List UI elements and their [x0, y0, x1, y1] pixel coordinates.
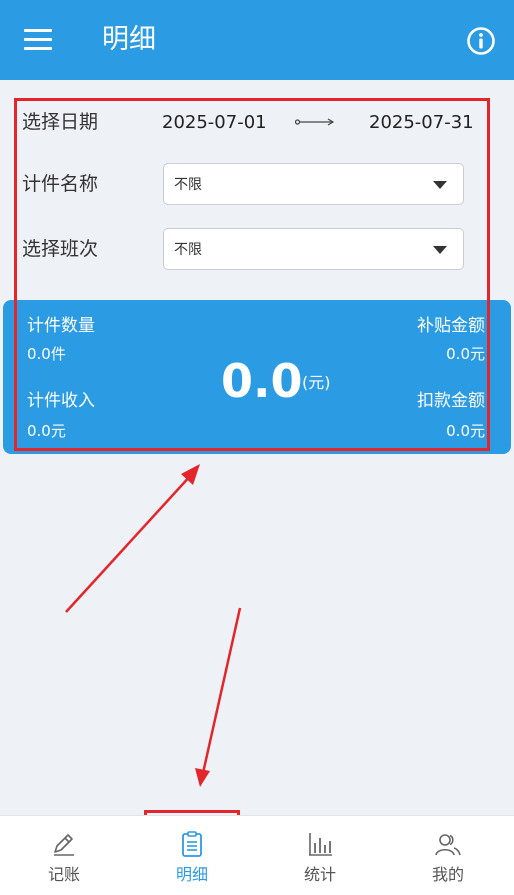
info-icon[interactable] [466, 26, 496, 56]
nav-item-me[interactable]: 我的 [384, 816, 512, 895]
annotation-arrowhead-up [181, 464, 200, 485]
annotation-arrow-down [201, 607, 242, 774]
menu-icon[interactable] [24, 29, 52, 51]
annotation-arrowhead-down [195, 768, 210, 787]
nav-item-detail[interactable]: 明细 [128, 816, 256, 895]
bottom-nav: 记账 明细 统计 我的 [0, 815, 514, 895]
annotation-arrow-up [65, 473, 193, 613]
nav-item-record[interactable]: 记账 [0, 816, 128, 895]
bar-chart-icon [309, 833, 332, 856]
pen-icon [54, 834, 74, 856]
nav-item-stats[interactable]: 统计 [256, 816, 384, 895]
nav-label-record: 记账 [47, 865, 80, 884]
app-header: 明细 [0, 0, 514, 80]
nav-label-stats: 统计 [303, 865, 336, 884]
page-title: 明细 [102, 24, 156, 55]
nav-label-me: 我的 [431, 865, 464, 884]
nav-label-detail: 明细 [175, 865, 208, 884]
clipboard-icon [182, 831, 202, 857]
annotation-box-filters [14, 98, 490, 451]
users-icon [435, 834, 461, 856]
